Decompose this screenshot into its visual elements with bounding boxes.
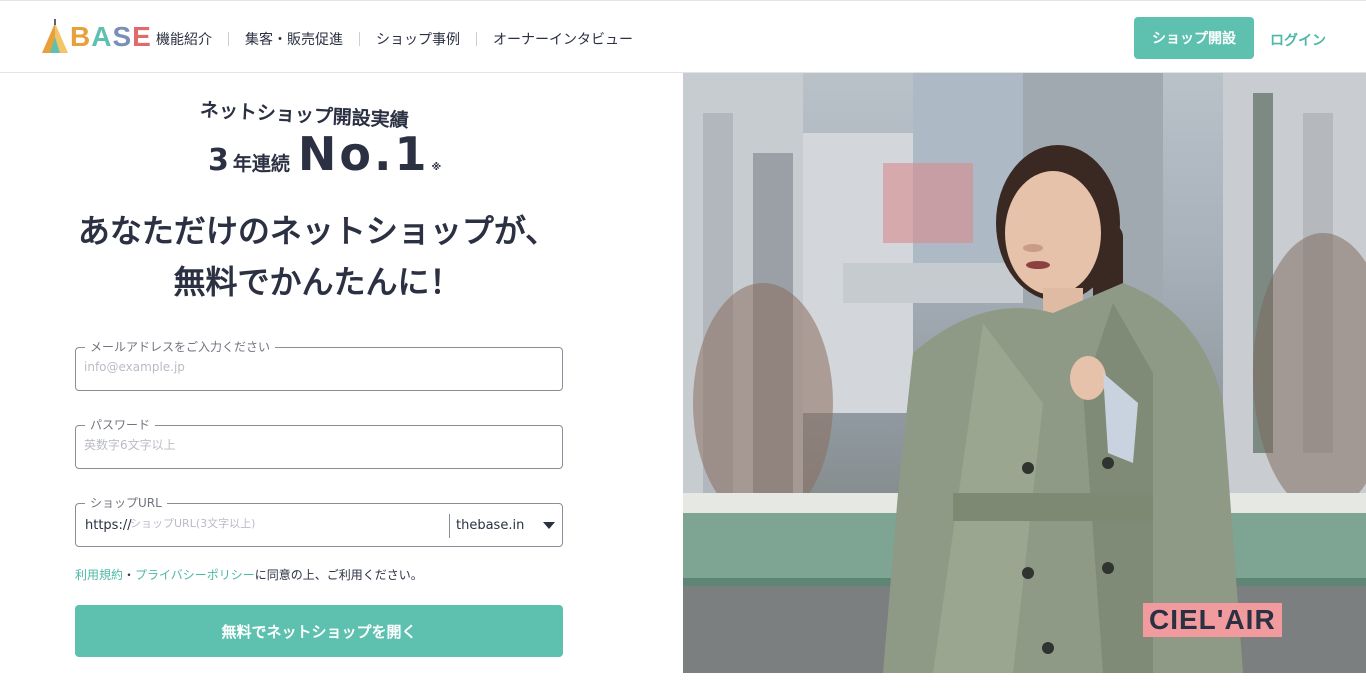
password-input[interactable] [84,438,544,452]
terms-separator: ・ [123,568,136,582]
nav-divider [228,32,229,46]
rank-note: ※ [431,162,442,173]
base-logo[interactable]: BASE [40,19,151,55]
shop-url-field[interactable]: ショップURL https:// thebase.in [75,494,563,547]
rank-years: 3 [208,143,229,178]
hero-photo: CIEL'AIR [683,73,1366,673]
rank-label: No.1 [297,127,430,181]
privacy-link[interactable]: プライバシーポリシー [135,568,255,582]
email-input[interactable] [84,360,544,374]
terms-notice: 利用規約・プライバシーポリシーに同意の上、ご利用ください。 [75,566,423,583]
email-field[interactable]: メールアドレスをご入力ください [75,338,563,391]
brand-tag-text: CIEL'AIR [1149,604,1276,635]
headline-line-2: 無料でかんたんに！ [173,263,462,301]
shop-url-label: ショップURL [85,494,167,511]
site-header: BASE 機能紹介 集客・販売促進 ショップ事例 オーナーインタビュー ショップ… [0,0,1366,73]
nav-item-marketing[interactable]: 集客・販売促進 [245,29,343,49]
nav-divider [359,32,360,46]
open-shop-free-button[interactable]: 無料でネットショップを開く [75,605,563,657]
brand-tag: CIEL'AIR [1143,603,1282,637]
url-prefix: https:// [85,518,132,533]
main-headline: あなただけのネットショップが、 無料でかんたんに！ [0,206,635,308]
city-street-photo [683,73,1366,673]
logo-text: BASE [70,21,152,52]
terms-suffix: に同意の上、ご利用ください。 [254,568,423,582]
nav-item-interviews[interactable]: オーナーインタビュー [493,29,633,49]
url-divider [449,514,450,538]
password-label: パスワード [85,416,156,433]
chevron-down-icon[interactable] [543,522,555,529]
nav-item-cases[interactable]: ショップ事例 [376,29,460,49]
main-nav: 機能紹介 集客・販売促進 ショップ事例 オーナーインタビュー [156,29,633,49]
nav-item-features[interactable]: 機能紹介 [156,29,212,49]
login-link[interactable]: ログイン [1270,30,1326,50]
tent-icon [42,19,68,53]
open-shop-button[interactable]: ショップ開設 [1134,17,1254,59]
achievement-rank: 3 年連続 No.1 ※ [208,127,441,181]
nav-divider [476,32,477,46]
domain-select[interactable]: thebase.in [456,518,524,533]
headline-line-1: あなただけのネットショップが、 [77,212,558,250]
password-field[interactable]: パスワード [75,416,563,469]
rank-years-suffix: 年連続 [232,153,290,175]
terms-link[interactable]: 利用規約 [75,568,123,582]
shop-url-input[interactable] [130,517,440,530]
email-label: メールアドレスをご入力ください [85,338,276,355]
